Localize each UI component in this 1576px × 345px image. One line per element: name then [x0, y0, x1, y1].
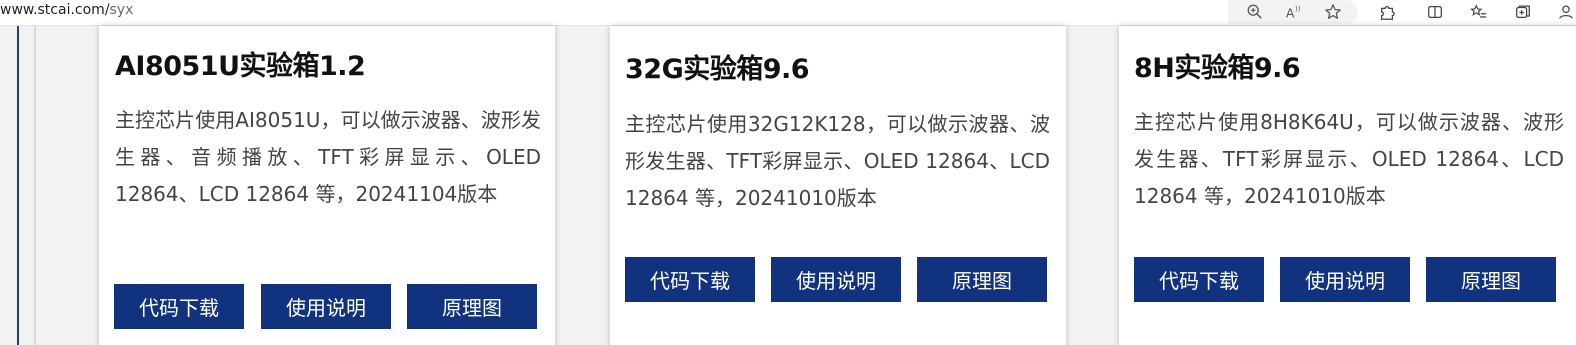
product-card-32g: 32G实验箱9.6 主控芯片使用32G12K128，可以做示波器、波形发生器、T…	[610, 26, 1066, 345]
card-description: 主控芯片使用8H8K64U，可以做示波器、波形发生器、TFT彩屏显示、OLED …	[1134, 110, 1564, 208]
page: www.stcai.com/syx A)) AI8051U实验箱1.2 主控芯片…	[0, 0, 1576, 345]
schematic-button[interactable]: 原理图	[1426, 257, 1556, 302]
profile-icon[interactable]	[1556, 2, 1576, 22]
url-host: www.stcai.com/	[0, 2, 110, 18]
collections-icon[interactable]	[1513, 2, 1533, 22]
code-download-button[interactable]: 代码下载	[625, 257, 755, 302]
address-bar[interactable]: www.stcai.com/syx	[0, 2, 133, 18]
favorite-star-icon[interactable]	[1323, 2, 1343, 22]
product-card-8h: 8H实验箱9.6 主控芯片使用8H8K64U，可以做示波器、波形发生器、TFT彩…	[1119, 26, 1576, 345]
favorites-list-icon[interactable]	[1469, 2, 1489, 22]
card-description: 主控芯片使用32G12K128，可以做示波器、波形发生器、TFT彩屏显示、OLE…	[625, 112, 1050, 210]
left-card-edge	[34, 26, 36, 345]
left-divider-line	[17, 26, 19, 345]
code-download-button[interactable]: 代码下载	[1134, 257, 1264, 302]
code-download-button[interactable]: 代码下载	[114, 284, 244, 329]
browser-toolbar: www.stcai.com/syx A))	[0, 0, 1576, 26]
user-manual-button[interactable]: 使用说明	[1280, 257, 1410, 302]
extensions-icon[interactable]	[1377, 2, 1397, 22]
product-card-ai8051u: AI8051U实验箱1.2 主控芯片使用AI8051U，可以做示波器、波形发生器…	[99, 26, 555, 345]
split-screen-icon[interactable]	[1425, 2, 1445, 22]
schematic-button[interactable]: 原理图	[407, 284, 537, 329]
card-description: 主控芯片使用AI8051U，可以做示波器、波形发生器、音频播放、TFT彩屏显示、…	[115, 108, 541, 206]
user-manual-button[interactable]: 使用说明	[261, 284, 391, 329]
card-title[interactable]: 8H实验箱9.6	[1134, 46, 1301, 85]
user-manual-button[interactable]: 使用说明	[771, 257, 901, 302]
read-aloud-icon[interactable]: A))	[1284, 2, 1304, 22]
zoom-icon[interactable]	[1245, 2, 1265, 22]
schematic-button[interactable]: 原理图	[917, 257, 1047, 302]
card-title[interactable]: 32G实验箱9.6	[625, 47, 810, 86]
url-path: syx	[109, 2, 134, 18]
svg-text:A: A	[1286, 5, 1295, 20]
card-title[interactable]: AI8051U实验箱1.2	[115, 44, 366, 83]
svg-text:)): ))	[1295, 4, 1301, 13]
